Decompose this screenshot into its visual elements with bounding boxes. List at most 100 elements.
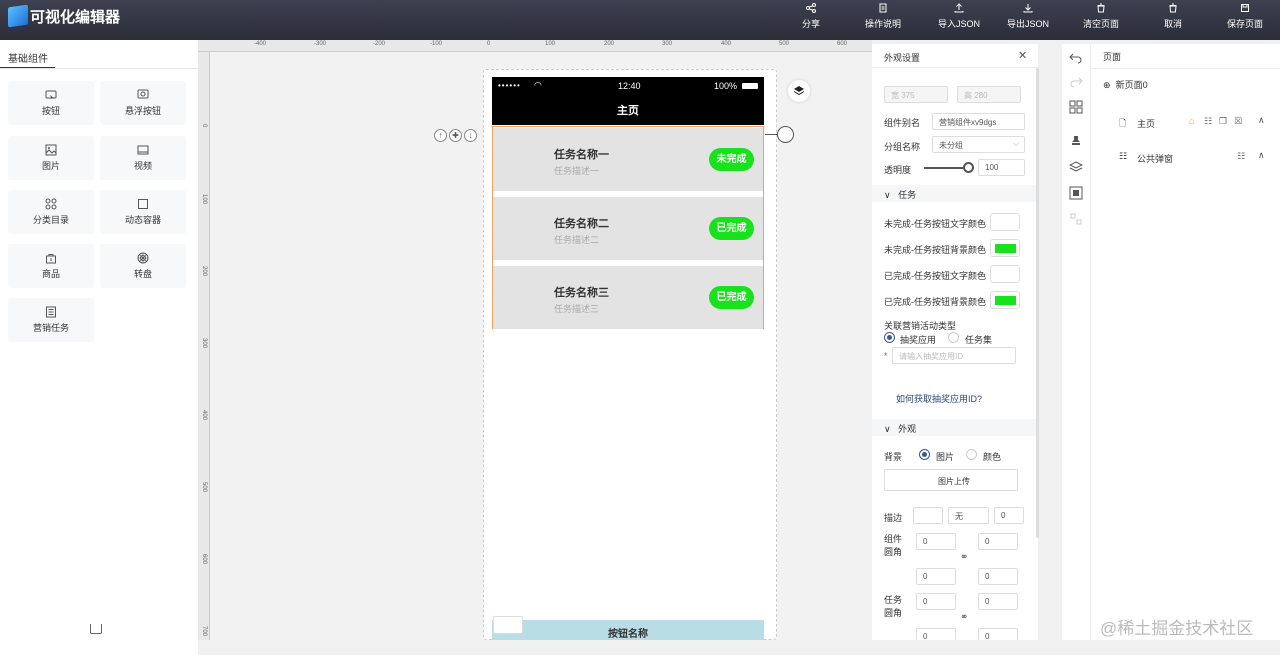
radio-bg-color[interactable]	[966, 449, 977, 460]
editor-canvas[interactable]: -400 -300 -200 -100 0 100 200 300 400 50…	[198, 40, 872, 640]
stamp-icon[interactable]	[1069, 134, 1083, 148]
opacity-input[interactable]: 100	[978, 159, 1025, 176]
border-style-value: 无	[955, 512, 963, 521]
group-select[interactable]: 未分组 ⌵	[932, 136, 1025, 153]
section-task-header[interactable]: ∨ 任务	[872, 185, 1038, 202]
link-connector	[765, 134, 777, 135]
task-radius-top-right-input[interactable]: 0	[978, 593, 1018, 610]
component-video[interactable]: 视频	[100, 136, 186, 180]
component-button[interactable]: 按钮	[8, 81, 94, 125]
share-button[interactable]: 分享	[797, 3, 825, 35]
radio-bg-image[interactable]	[919, 449, 930, 460]
border-width-input[interactable]: 0	[994, 507, 1024, 524]
copy-icon[interactable]: ❐	[1219, 116, 1227, 127]
align-icon[interactable]	[1069, 212, 1083, 226]
width-label: 宽	[891, 91, 899, 100]
radius-value: 0	[923, 537, 928, 546]
component-marketing-task[interactable]: 营销任务	[8, 298, 94, 342]
page-item-public-popup[interactable]: ☷ 公共弹窗 ☷ ∧	[1103, 143, 1273, 171]
grid-icon[interactable]	[1069, 100, 1083, 114]
component-wheel[interactable]: 转盘	[100, 244, 186, 288]
task-radius-bottom-right-input[interactable]: 0	[978, 628, 1018, 640]
opacity-slider-handle[interactable]	[963, 162, 974, 173]
share-icon	[806, 3, 816, 13]
image-upload-button[interactable]: 图片上传	[884, 469, 1018, 491]
height-field[interactable]: 高 280	[957, 86, 1021, 103]
component-radius-label: 组件圆角	[884, 534, 903, 557]
task-status-button[interactable]: 已完成	[709, 217, 754, 240]
chevron-down-icon: ∨	[884, 424, 891, 434]
image-panel-icon[interactable]	[1069, 186, 1083, 200]
page-file-icon: ☷	[1119, 151, 1128, 161]
activity-type-label: 关联营销活动类型	[884, 321, 957, 331]
chevron-up-icon[interactable]: ∧	[1258, 115, 1265, 126]
color-swatch[interactable]	[990, 291, 1020, 309]
component-image[interactable]: 图片	[8, 136, 94, 180]
width-field[interactable]: 宽 375	[884, 86, 948, 103]
collapse-panel-icon[interactable]	[90, 624, 102, 634]
opacity-slider[interactable]	[924, 167, 968, 169]
new-page-button[interactable]: ⊕ 新页面0	[1103, 78, 1148, 91]
radius-value: 0	[985, 632, 990, 640]
lottery-id-input[interactable]: 请输入抽奖应用ID	[892, 347, 1016, 364]
task-radius-bottom-left-input[interactable]: 0	[916, 628, 956, 640]
save-page-button[interactable]: 保存页面	[1223, 3, 1267, 35]
props-scrollbar[interactable]	[1036, 68, 1039, 538]
help-link[interactable]: 如何获取抽奖应用ID?	[896, 392, 982, 405]
color-swatch[interactable]	[990, 265, 1020, 283]
radio-lottery[interactable]	[884, 332, 895, 343]
component-category[interactable]: 分类目录	[8, 190, 94, 234]
component-product[interactable]: 商品	[8, 244, 94, 288]
link-icon[interactable]	[777, 126, 794, 143]
component-dynamic-container[interactable]: 动态容器	[100, 190, 186, 234]
radius-bottom-right-input[interactable]: 0	[978, 568, 1018, 585]
phone-preview[interactable]: •••••• ◠ 12:40 100% 主页 任务名称一 任务描述一 未完成 任…	[492, 77, 764, 640]
add-component-slot[interactable]	[493, 616, 523, 634]
alias-input[interactable]: 营销组件xv9dgs	[932, 113, 1025, 130]
page-label: 主页	[1137, 119, 1156, 129]
export-json-button[interactable]: 导出JSON	[1003, 3, 1053, 35]
radius-top-right-input[interactable]: 0	[978, 533, 1018, 550]
float-button-icon	[137, 89, 149, 99]
move-handle-icon[interactable]: ✚	[449, 129, 462, 142]
import-json-button[interactable]: 导入JSON	[934, 3, 984, 35]
color-swatch[interactable]	[990, 213, 1020, 231]
layers-icon[interactable]	[1069, 160, 1083, 174]
task-radius-top-left-input[interactable]: 0	[916, 593, 956, 610]
bottom-button[interactable]: 按钮名称	[492, 620, 764, 640]
cancel-button[interactable]: 取消	[1159, 3, 1187, 35]
component-float-button[interactable]: 悬浮按钮	[100, 81, 186, 125]
layers-icon[interactable]	[788, 80, 810, 102]
close-icon[interactable]: ✕	[1018, 49, 1027, 62]
tab-basic-components[interactable]: 基础组件	[0, 40, 55, 69]
redo-icon[interactable]	[1069, 74, 1083, 88]
undo-icon[interactable]	[1069, 50, 1083, 64]
tab-pages[interactable]: 页面	[1103, 50, 1121, 63]
clear-page-button[interactable]: 清空页面	[1078, 3, 1124, 35]
chevron-up-icon[interactable]: ∧	[1258, 150, 1265, 161]
marketing-task-component[interactable]: 任务名称一 任务描述一 未完成 任务名称二 任务描述二 已完成 任务名称三 任务…	[492, 126, 764, 329]
border-color-field[interactable]	[913, 507, 943, 524]
move-down-icon[interactable]: ↓	[464, 129, 477, 142]
color-swatch[interactable]	[990, 239, 1020, 257]
border-style-select[interactable]: 无	[948, 507, 989, 524]
task-status-button[interactable]: 已完成	[709, 286, 754, 309]
radio-taskset[interactable]	[948, 332, 959, 343]
section-appearance-header[interactable]: ∨ 外观	[872, 419, 1038, 436]
task-item[interactable]: 任务名称三 任务描述三 已完成	[493, 266, 763, 329]
link-radius-icon[interactable]: ⚭	[960, 552, 968, 563]
task-status-button[interactable]: 未完成	[709, 148, 754, 171]
settings-icon[interactable]: ☷	[1204, 116, 1212, 127]
settings-icon[interactable]: ☷	[1237, 151, 1245, 162]
home-icon[interactable]: ⌂	[1189, 116, 1194, 126]
radius-top-left-input[interactable]: 0	[916, 533, 956, 550]
radius-bottom-left-input[interactable]: 0	[916, 568, 956, 585]
page-item-home[interactable]: 🗋 主页 ⌂ ☷ ❐ ☒ ∧	[1103, 108, 1273, 136]
task-item[interactable]: 任务名称一 任务描述一 未完成	[493, 128, 763, 191]
instructions-button[interactable]: 操作说明	[861, 3, 905, 35]
move-up-icon[interactable]: ↑	[434, 129, 447, 142]
link-radius-icon[interactable]: ⚭	[960, 612, 968, 623]
delete-icon[interactable]: ☒	[1234, 116, 1242, 127]
app-title: 可视化编辑器	[30, 9, 121, 26]
task-item[interactable]: 任务名称二 任务描述二 已完成	[493, 197, 763, 260]
